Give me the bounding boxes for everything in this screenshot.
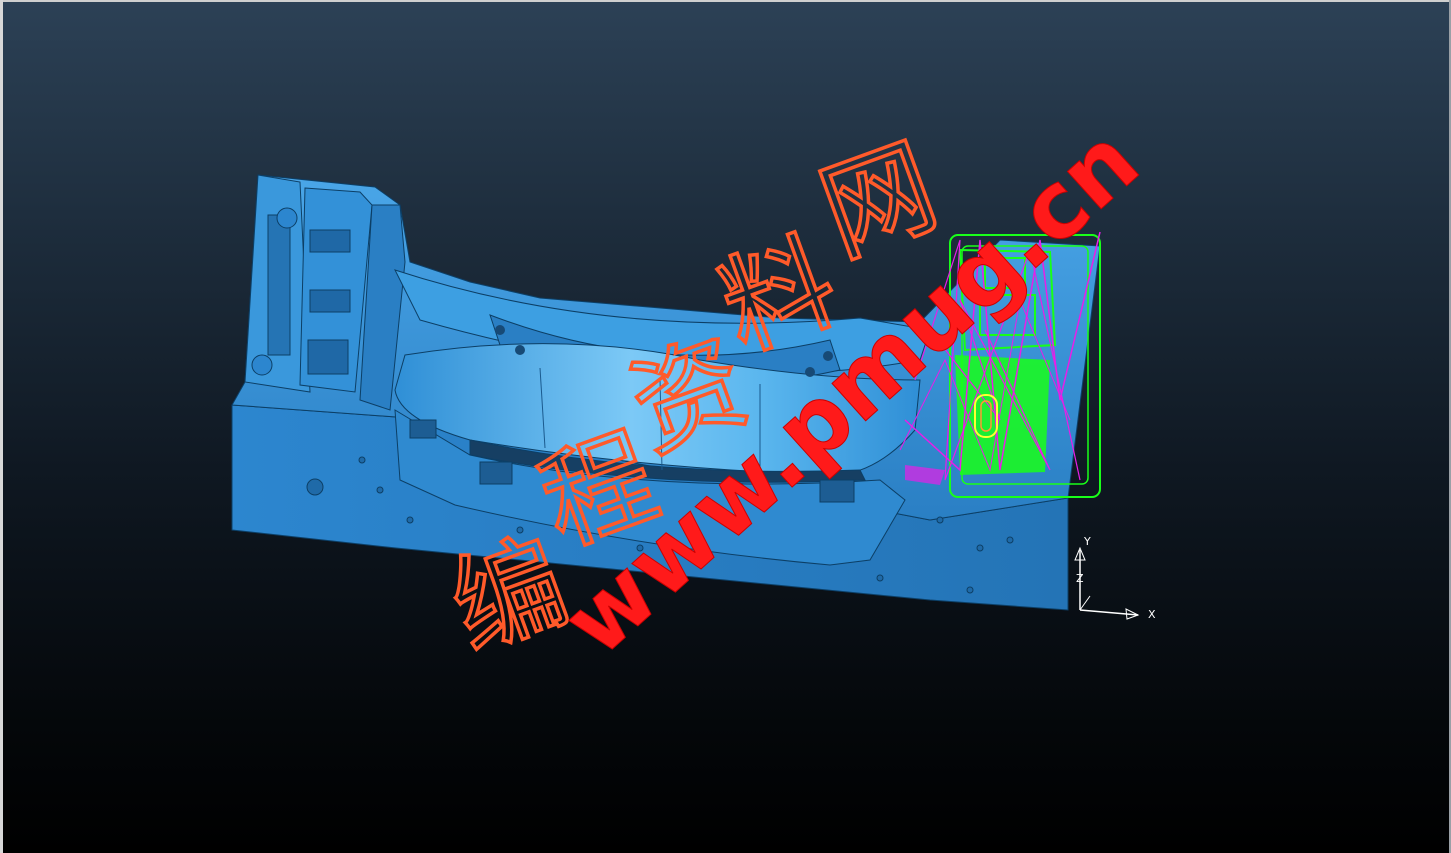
cad-scene[interactable]: X Y Z 编 程 资 料 网 www.pmug.cn [0, 0, 1451, 853]
coordinate-triad: X Y Z [1074, 535, 1156, 621]
triad-x-label: X [1148, 608, 1156, 621]
graphics-viewport[interactable]: X Y Z 编 程 资 料 网 www.pmug.cn [0, 0, 1451, 853]
triad-z-label: Z [1076, 572, 1084, 585]
triad-y-label: Y [1083, 535, 1091, 548]
